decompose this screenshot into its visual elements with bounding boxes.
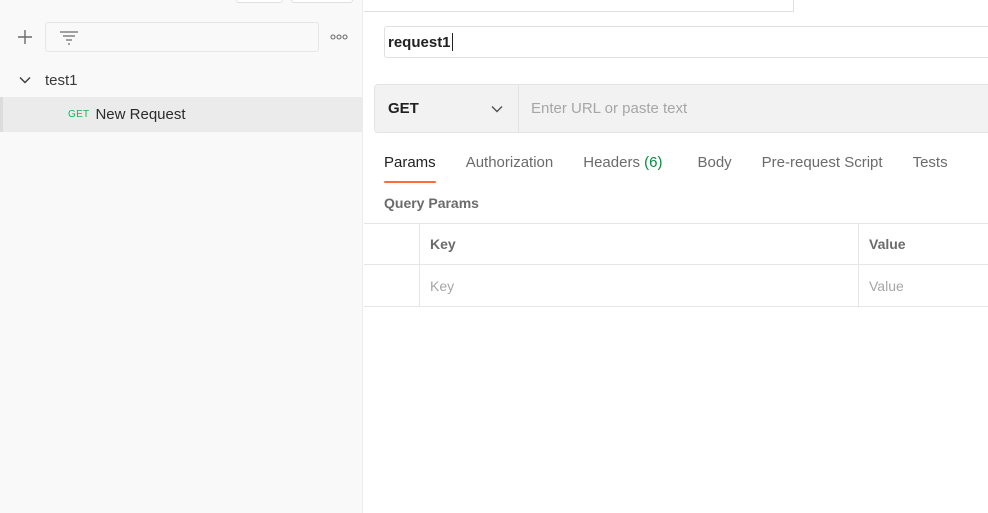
top-panel-edge <box>364 0 794 12</box>
request-name-value: request1 <box>388 33 451 51</box>
tab-label: Headers <box>583 154 640 171</box>
query-params-table: Key Value Key Value <box>364 223 988 307</box>
url-placeholder: Enter URL or paste text <box>531 100 688 117</box>
value-column-header: Value <box>869 236 906 252</box>
request-tabs: Params Authorization Headers (6) Body Pr… <box>384 150 948 184</box>
sidebar-toolbar <box>0 22 363 52</box>
table-row: Key Value <box>364 265 988 307</box>
request-item[interactable]: GET New Request <box>0 97 363 132</box>
tab-pre-request-script[interactable]: Pre-request Script <box>762 150 883 184</box>
request-name-input[interactable]: request1 <box>384 26 988 58</box>
value-input[interactable]: Value <box>859 265 988 306</box>
tab-tests[interactable]: Tests <box>913 150 948 184</box>
request-method-badge: GET <box>68 109 90 120</box>
method-select[interactable]: GET <box>375 85 519 132</box>
row-checkbox-cell[interactable] <box>364 265 420 306</box>
tab-label: Params <box>384 154 436 171</box>
tab-label: Tests <box>912 154 948 171</box>
method-value: GET <box>388 100 419 117</box>
tab-params[interactable]: Params <box>384 150 436 184</box>
more-horizontal-icon[interactable] <box>328 27 350 47</box>
tab-headers[interactable]: Headers (6) <box>583 150 662 184</box>
filter-input[interactable] <box>45 22 319 52</box>
request-name: New Request <box>95 106 186 123</box>
collection-label: test1 <box>45 71 78 89</box>
filter-icon[interactable] <box>59 29 79 46</box>
tab-label: Authorization <box>465 154 554 171</box>
tab-label: Pre-request Script <box>761 154 883 171</box>
chevron-down-icon <box>490 102 504 116</box>
table-header-row: Key Value <box>364 223 988 265</box>
url-input[interactable]: Enter URL or paste text <box>519 85 988 132</box>
key-input[interactable]: Key <box>420 265 859 306</box>
tab-authorization[interactable]: Authorization <box>466 150 554 184</box>
sidebar: test1 GET New Request <box>0 0 363 513</box>
url-bar: GET Enter URL or paste text <box>374 84 988 133</box>
headers-count: (6) <box>644 154 663 171</box>
plus-icon[interactable] <box>14 26 36 48</box>
text-caret <box>451 33 453 51</box>
collection-item[interactable]: test1 <box>0 65 363 95</box>
tab-body[interactable]: Body <box>697 150 731 184</box>
request-editor: request1 GET Enter URL or paste text Par… <box>364 0 988 513</box>
checkbox-column-header <box>364 224 420 264</box>
key-column-header: Key <box>420 224 859 264</box>
query-params-title: Query Params <box>384 195 479 211</box>
sidebar-top-control[interactable] <box>236 0 283 3</box>
chevron-down-icon[interactable] <box>18 73 32 87</box>
tab-label: Body <box>697 154 732 171</box>
sidebar-top-control[interactable] <box>291 0 353 3</box>
